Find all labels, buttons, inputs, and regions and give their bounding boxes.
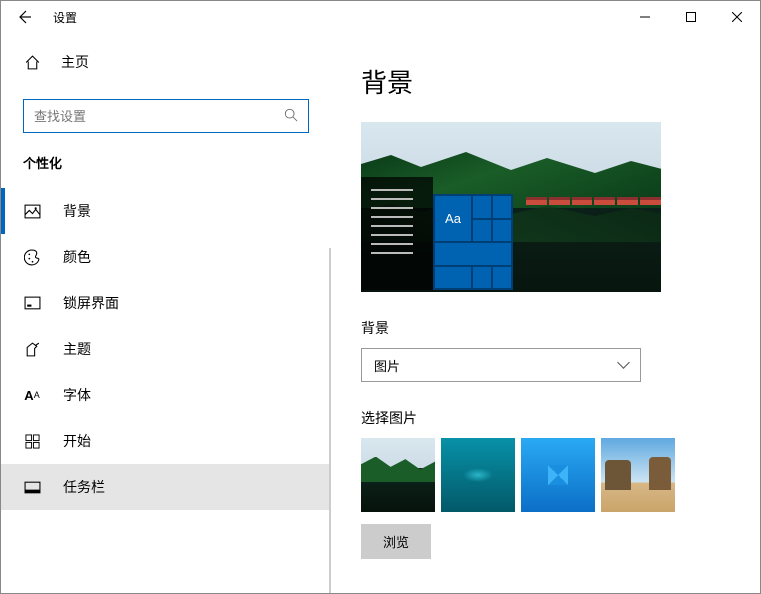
search-box[interactable] — [23, 99, 309, 133]
nav-label: 字体 — [63, 385, 91, 405]
start-icon — [23, 432, 41, 450]
select-value: 图片 — [374, 356, 400, 375]
maximize-button[interactable] — [668, 1, 714, 33]
palette-icon — [23, 248, 41, 266]
wallpaper-thumb-1[interactable] — [361, 438, 435, 512]
image-icon — [23, 202, 41, 220]
section-heading: 个性化 — [1, 143, 331, 182]
home-icon — [23, 53, 41, 71]
chevron-down-icon — [619, 358, 628, 373]
lockscreen-icon — [23, 294, 41, 312]
nav-list: 背景 颜色 锁屏界面 主题 AA 字体 — [1, 188, 331, 510]
nav-item-lockscreen[interactable]: 锁屏界面 — [1, 280, 331, 326]
choose-picture-label: 选择图片 — [361, 408, 720, 428]
nav-label: 颜色 — [63, 247, 91, 267]
nav-item-background[interactable]: 背景 — [1, 188, 331, 234]
arrow-left-icon — [16, 9, 32, 25]
page-heading: 背景 — [361, 63, 720, 100]
window-title: 设置 — [47, 9, 622, 26]
home-link[interactable]: 主页 — [1, 43, 331, 81]
settings-window: 设置 主页 个性化 背景 — [0, 0, 761, 594]
sidebar: 主页 个性化 背景 颜色 锁屏界面 — [1, 33, 331, 593]
window-controls — [622, 1, 760, 33]
body: 主页 个性化 背景 颜色 锁屏界面 — [1, 33, 760, 593]
maximize-icon — [686, 12, 696, 22]
browse-button[interactable]: 浏览 — [361, 524, 431, 559]
nav-label: 背景 — [63, 201, 91, 221]
wallpaper-thumb-2[interactable] — [441, 438, 515, 512]
wallpaper-thumb-3[interactable] — [521, 438, 595, 512]
sidebar-scrollbar[interactable] — [329, 248, 331, 593]
nav-label: 锁屏界面 — [63, 293, 119, 313]
close-icon — [732, 12, 742, 22]
search-icon — [284, 108, 298, 125]
home-label: 主页 — [61, 52, 89, 72]
preview-start-panel — [361, 177, 433, 290]
wallpaper-thumb-4[interactable] — [601, 438, 675, 512]
background-type-select[interactable]: 图片 — [361, 348, 641, 382]
nav-item-start[interactable]: 开始 — [1, 418, 331, 464]
nav-item-fonts[interactable]: AA 字体 — [1, 372, 331, 418]
close-button[interactable] — [714, 1, 760, 33]
nav-label: 主题 — [63, 339, 91, 359]
nav-item-taskbar[interactable]: 任务栏 — [1, 464, 331, 510]
preview-sample-tile: Aa — [435, 196, 471, 241]
background-label: 背景 — [361, 318, 720, 338]
nav-item-themes[interactable]: 主题 — [1, 326, 331, 372]
back-button[interactable] — [1, 1, 47, 33]
search-input[interactable] — [34, 109, 284, 124]
content-area: 背景 Aa 背景 图片 选择图片 — [331, 33, 760, 593]
preview-tiles: Aa — [433, 194, 513, 290]
minimize-button[interactable] — [622, 1, 668, 33]
font-icon: AA — [23, 386, 41, 404]
theme-icon — [23, 340, 41, 358]
titlebar: 设置 — [1, 1, 760, 33]
minimize-icon — [640, 12, 650, 22]
taskbar-icon — [23, 478, 41, 496]
picture-thumbnails — [361, 438, 720, 512]
nav-label: 任务栏 — [63, 477, 105, 497]
nav-item-colors[interactable]: 颜色 — [1, 234, 331, 280]
nav-label: 开始 — [63, 431, 91, 451]
desktop-preview: Aa — [361, 122, 661, 292]
